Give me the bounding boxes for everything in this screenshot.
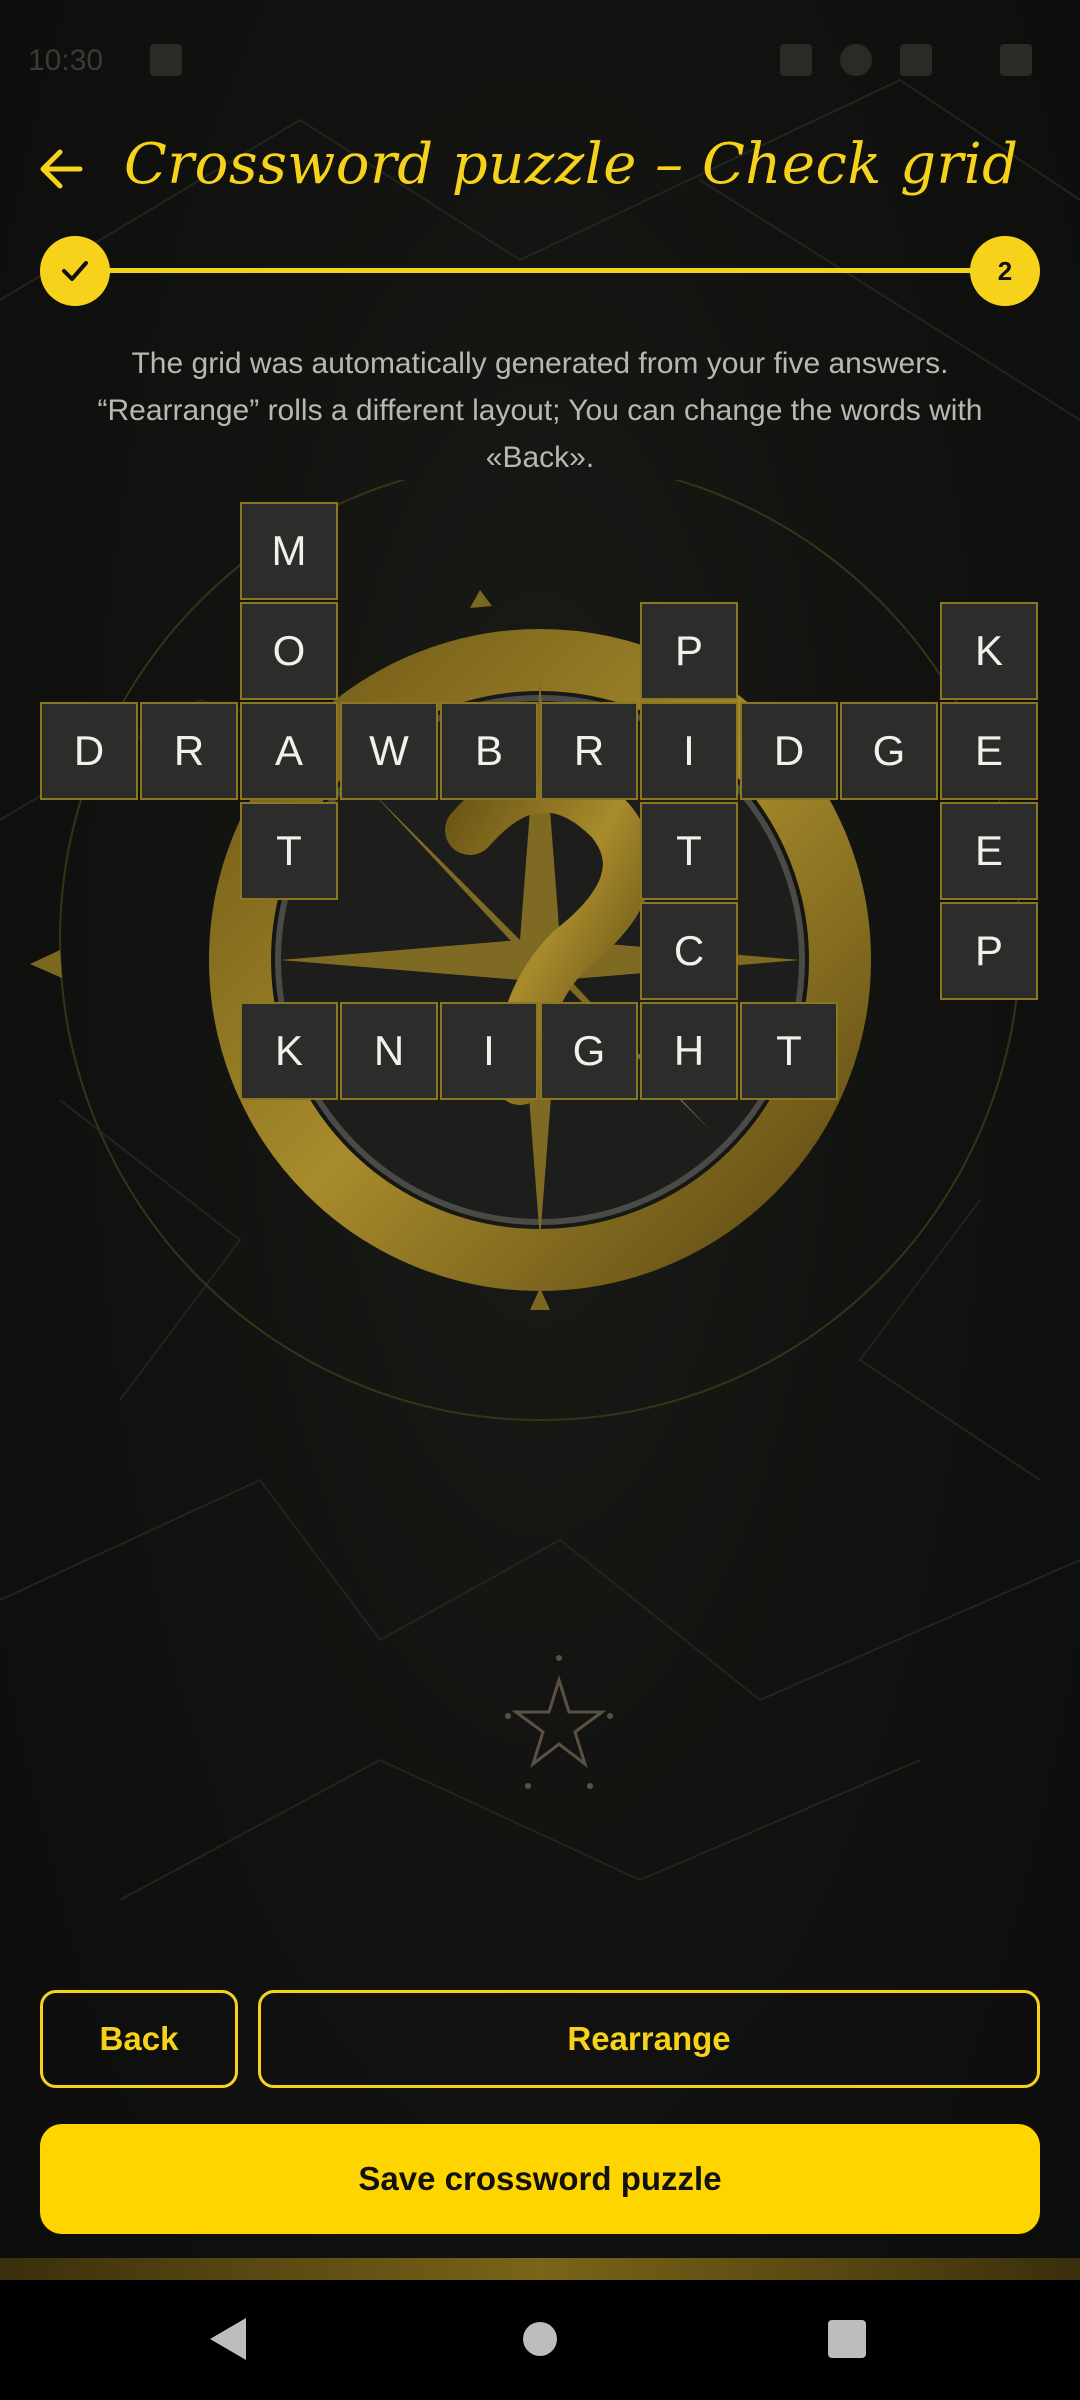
crossword-cell: N bbox=[340, 1002, 438, 1100]
crossword-cell: R bbox=[540, 702, 638, 800]
header: Crossword puzzle – Check grid bbox=[0, 120, 1080, 220]
crossword-cell: T bbox=[640, 802, 738, 900]
progress-stepper: 2 bbox=[40, 236, 1040, 306]
crossword-cell: E bbox=[940, 802, 1038, 900]
crossword-cell: H bbox=[640, 1002, 738, 1100]
arrow-left-icon[interactable] bbox=[36, 144, 86, 194]
crossword-cell: O bbox=[240, 602, 338, 700]
crossword-cell: P bbox=[940, 902, 1038, 1000]
crossword-cell: T bbox=[240, 802, 338, 900]
step-1-completed bbox=[40, 236, 110, 306]
nav-recents-icon[interactable] bbox=[826, 2314, 868, 2364]
bottom-decoration bbox=[0, 2258, 1080, 2280]
crossword-cell: W bbox=[340, 702, 438, 800]
step-2-label: 2 bbox=[997, 255, 1013, 286]
crossword-cell: G bbox=[540, 1002, 638, 1100]
crossword-cell: C bbox=[640, 902, 738, 1000]
status-time: 10:30 bbox=[28, 44, 104, 77]
crossword-cell: G bbox=[840, 702, 938, 800]
crossword-cell: D bbox=[740, 702, 838, 800]
back-button[interactable]: Back bbox=[40, 1990, 238, 2088]
status-bar: 10:30 bbox=[0, 0, 1080, 130]
vibrate-icon bbox=[780, 44, 812, 76]
nav-home-icon[interactable] bbox=[520, 2314, 560, 2364]
crossword-cell: D bbox=[40, 702, 138, 800]
crossword-cell: K bbox=[240, 1002, 338, 1100]
save-crossword-button[interactable]: Save crossword puzzle bbox=[40, 2124, 1040, 2234]
crossword-cell: B bbox=[440, 702, 538, 800]
crossword-cell: A bbox=[240, 702, 338, 800]
crossword-cell: I bbox=[440, 1002, 538, 1100]
wifi-icon bbox=[900, 44, 932, 76]
stepper-line bbox=[74, 268, 1006, 273]
compass-emblem bbox=[30, 480, 1021, 1421]
crossword-cell: P bbox=[640, 602, 738, 700]
location-icon bbox=[840, 44, 872, 76]
nav-back-icon[interactable] bbox=[206, 2314, 250, 2364]
crossword-cell: I bbox=[640, 702, 738, 800]
step-2-current: 2 bbox=[970, 236, 1040, 306]
crossword-cell: R bbox=[140, 702, 238, 800]
page-title: Crossword puzzle – Check grid bbox=[124, 132, 1019, 197]
crossword-cell: K bbox=[940, 602, 1038, 700]
system-navbar bbox=[0, 2280, 1080, 2400]
crossword-cell: E bbox=[940, 702, 1038, 800]
check-icon bbox=[62, 261, 88, 281]
notification-icon bbox=[150, 44, 182, 76]
instructions-text: The grid was automatically generated fro… bbox=[97, 347, 983, 474]
crossword-cell: M bbox=[240, 502, 338, 600]
rearrange-button[interactable]: Rearrange bbox=[258, 1990, 1040, 2088]
crossword-cell: T bbox=[740, 1002, 838, 1100]
star-emblem-icon bbox=[505, 1655, 613, 1789]
battery-icon bbox=[1000, 44, 1032, 76]
